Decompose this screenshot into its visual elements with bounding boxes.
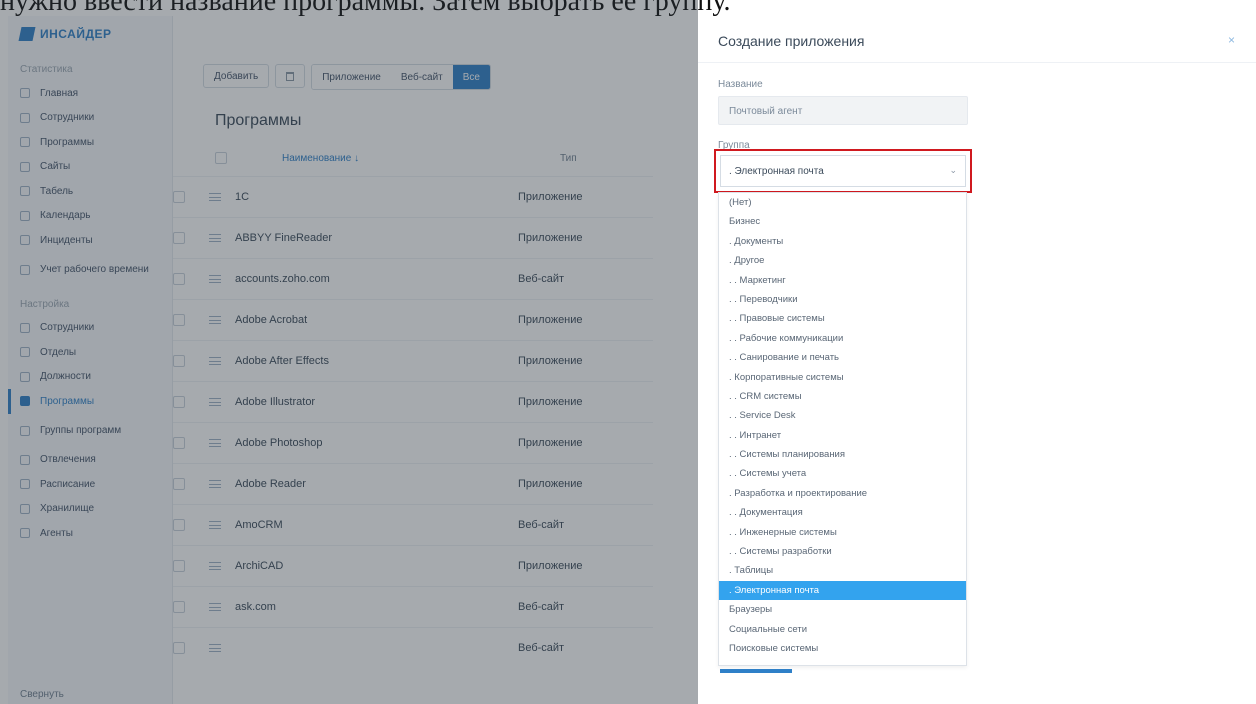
group-select-highlight: . Электронная почта ⌄ (714, 149, 972, 193)
dropdown-option[interactable]: . . Санирование и печать (719, 348, 966, 367)
group-select-value: . Электронная почта (729, 165, 824, 177)
dropdown-option[interactable]: . Документы (719, 232, 966, 251)
dropdown-option[interactable]: . Таблицы (719, 561, 966, 580)
dropdown-option[interactable]: . Электронная почта (719, 580, 966, 601)
dropdown-option[interactable]: Браузеры (719, 600, 966, 619)
dropdown-option[interactable]: . . Документация (719, 503, 966, 522)
dropdown-option[interactable]: . . Рабочие коммуникации (719, 329, 966, 348)
dropdown-option[interactable]: . . Маркетинг (719, 271, 966, 290)
modal-overlay[interactable] (0, 0, 698, 704)
group-select[interactable]: . Электронная почта ⌄ (720, 155, 966, 187)
chevron-down-icon: ⌄ (949, 165, 957, 175)
name-label: Название (718, 79, 763, 90)
dropdown-option[interactable]: . . Service Desk (719, 406, 966, 425)
dropdown-option[interactable]: Бизнес (719, 212, 966, 231)
dropdown-option[interactable]: . . Переводчики (719, 290, 966, 309)
dropdown-option[interactable]: . Другое (719, 251, 966, 270)
dropdown-option[interactable]: . . Системы планирования (719, 445, 966, 464)
dropdown-option[interactable]: . Разработка и проектирование (719, 484, 966, 503)
name-field[interactable]: Почтовый агент (718, 96, 968, 125)
dropdown-option[interactable]: . . Интранет (719, 426, 966, 445)
dropdown-option[interactable]: (Нет) (719, 193, 966, 212)
dropdown-option[interactable]: . . Инженерные системы (719, 523, 966, 542)
dropdown-option[interactable]: . . Системы учета (719, 464, 966, 483)
save-button[interactable] (720, 669, 792, 673)
panel-divider (698, 62, 1256, 63)
group-dropdown: (Нет) Бизнес. Документы. Другое. . Маркет… (718, 192, 967, 666)
close-icon[interactable]: × (1228, 33, 1235, 47)
dropdown-option[interactable]: . Корпоративные системы (719, 368, 966, 387)
dropdown-option[interactable]: Социальные сети (719, 620, 966, 639)
dropdown-option[interactable]: . . Системы разработки (719, 542, 966, 561)
dropdown-option[interactable]: . . CRM системы (719, 387, 966, 406)
create-app-panel: Создание приложения × Название Почтовый … (698, 16, 1256, 704)
dropdown-option[interactable]: . . Правовые системы (719, 309, 966, 328)
dropdown-option[interactable]: Поисковые системы (719, 639, 966, 658)
panel-title: Создание приложения (718, 33, 865, 49)
